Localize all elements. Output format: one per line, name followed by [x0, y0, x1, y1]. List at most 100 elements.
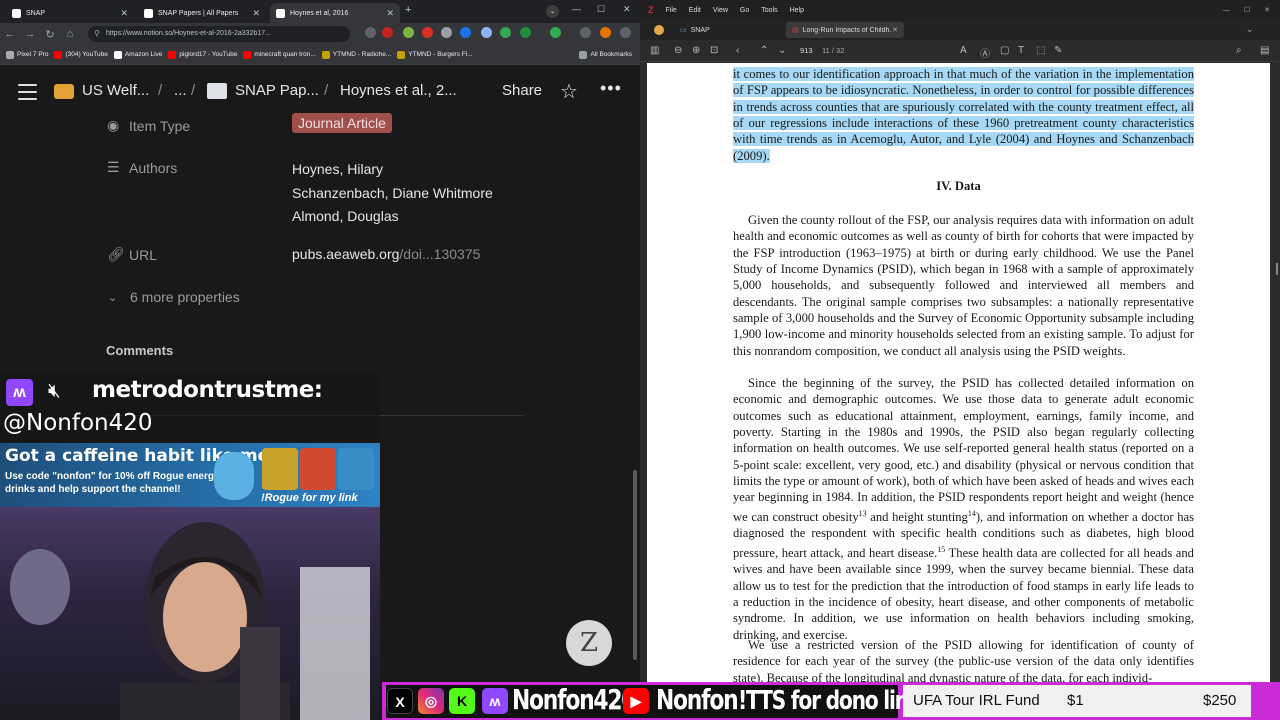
download-icon[interactable]: [580, 27, 591, 38]
draw-tool-icon[interactable]: ✎: [1054, 45, 1062, 56]
more-options-icon[interactable]: •••: [600, 78, 622, 99]
property-url[interactable]: 🔗︎ URL: [107, 246, 157, 263]
breadcrumb-current-page[interactable]: Hoynes et al., 2...: [340, 82, 457, 99]
comments-heading: Comments: [106, 343, 174, 358]
extension-icon[interactable]: [481, 27, 492, 38]
menu-file[interactable]: File: [666, 7, 677, 14]
extension-icon[interactable]: [550, 27, 561, 38]
share-button[interactable]: Share: [502, 82, 542, 99]
tab-snap-papers[interactable]: SNAP Papers | All Papers ✕: [138, 3, 266, 23]
menu-go[interactable]: Go: [740, 7, 749, 14]
sponsor-subtext: Use code "nonfon" for 10% off Rogue ener…: [5, 471, 220, 495]
item-type-value[interactable]: Journal Article: [292, 113, 392, 133]
site-info-icon[interactable]: ⚲: [94, 26, 100, 42]
profile-avatar[interactable]: [600, 27, 611, 38]
zotero-tabs: ▭ SNAP ▤ Long-Run Impacts of Childh... ✕…: [640, 20, 1280, 40]
close-icon[interactable]: ✕: [892, 26, 898, 34]
menu-help[interactable]: Help: [790, 7, 804, 14]
authors-value[interactable]: Hoynes, Hilary Schanzenbach, Diane Whitm…: [292, 158, 493, 229]
close-window-icon[interactable]: ✕: [1264, 6, 1270, 14]
breadcrumb-ellipsis[interactable]: ...: [174, 82, 187, 99]
energy-can-image: [300, 448, 336, 490]
tab-label: SNAP: [26, 9, 46, 17]
property-authors[interactable]: ☰ Authors: [107, 159, 177, 176]
more-properties-toggle[interactable]: ⌄ 6 more properties: [108, 289, 240, 305]
menu-icon[interactable]: [620, 27, 631, 38]
reader-scrollbar[interactable]: [1274, 63, 1280, 720]
highlighted-paragraph[interactable]: it comes to our identification approach …: [733, 66, 1194, 164]
context-pane-icon[interactable]: ▤: [1260, 45, 1269, 56]
tab-search-icon[interactable]: ⌄: [546, 5, 559, 18]
maximize-icon[interactable]: ☐: [597, 4, 605, 15]
paragraph: Given the county rollout of the FSP, our…: [733, 213, 1194, 358]
address-bar[interactable]: ⚲ https://www.notion.so/Hoynes-et-al-201…: [88, 26, 350, 42]
url-value[interactable]: pubs.aeaweb.org/doi...130375: [292, 246, 480, 262]
extension-icon[interactable]: [403, 27, 414, 38]
zotero-menubar: Z File Edit View Go Tools Help — ☐ ✕: [640, 0, 1280, 20]
chevron-down-icon: ⌄: [108, 291, 118, 304]
tab-hoynes[interactable]: Hoynes et al, 2016 ✕: [270, 3, 400, 23]
page-scrollbar[interactable]: [632, 120, 638, 670]
extension-icon[interactable]: [460, 27, 471, 38]
menu-edit[interactable]: Edit: [689, 7, 701, 14]
extension-icon[interactable]: [520, 27, 531, 38]
menu-view[interactable]: View: [713, 7, 728, 14]
property-item-type[interactable]: ◉ Item Type: [107, 117, 190, 134]
breadcrumb-us-welfare[interactable]: US Welf...: [82, 82, 149, 99]
pdf-page[interactable]: it comes to our identification approach …: [647, 63, 1270, 720]
tab-snap[interactable]: ▭ SNAP: [674, 22, 716, 38]
all-bookmarks[interactable]: All Bookmarks: [579, 50, 632, 59]
fit-page-icon[interactable]: ⊡: [710, 45, 718, 56]
close-icon[interactable]: ✕: [252, 8, 260, 19]
muted-speaker-icon: 🔇︎: [48, 380, 61, 402]
page-number-input[interactable]: 913: [800, 46, 813, 55]
zoom-out-icon[interactable]: ⊖: [674, 45, 682, 56]
area-tool-icon[interactable]: ⬚: [1036, 45, 1045, 56]
sponsor-cta: !Rogue for my link: [261, 492, 358, 504]
extension-icon[interactable]: [500, 27, 511, 38]
bookmark-item[interactable]: Pixel 7 Pro: [6, 50, 48, 59]
tab-snap[interactable]: SNAP ✕: [6, 3, 134, 23]
bookmark-item[interactable]: minecraft quan tron...: [243, 50, 316, 59]
page-down-icon[interactable]: ⌄: [778, 45, 786, 56]
new-tab-icon[interactable]: +: [405, 4, 411, 16]
bookmark-item[interactable]: YTMND - Burgers Fl...: [397, 50, 473, 59]
maximize-icon[interactable]: ☐: [1244, 6, 1250, 14]
zoom-in-icon[interactable]: ⊕: [692, 45, 700, 56]
minimize-icon[interactable]: —: [1223, 7, 1230, 14]
back-icon[interactable]: ‹: [736, 45, 739, 56]
close-window-icon[interactable]: ✕: [623, 4, 631, 15]
bookmark-item[interactable]: (304) YouTube: [54, 50, 108, 59]
favorite-star-icon[interactable]: ☆: [560, 79, 578, 104]
bookmark-item[interactable]: piglord17 - YouTube: [168, 50, 237, 59]
reload-icon[interactable]: ↻: [40, 28, 60, 41]
search-icon[interactable]: ⌕: [1236, 45, 1242, 56]
close-icon[interactable]: ✕: [120, 8, 128, 19]
page-up-icon[interactable]: ⌃: [760, 45, 768, 56]
back-icon[interactable]: ←: [0, 28, 20, 40]
chevron-down-icon[interactable]: ⌄: [1246, 24, 1254, 35]
bookmark-item[interactable]: Amazon Live: [113, 50, 162, 59]
bookmark-item[interactable]: YTMND - Radiohe...: [321, 50, 391, 59]
extension-icon[interactable]: [365, 27, 376, 38]
sidebar-toggle-icon[interactable]: ▥: [650, 45, 659, 56]
page-count: 11 / 32: [822, 46, 845, 55]
home-icon[interactable]: ⌂: [60, 28, 80, 40]
sidebar-menu-icon[interactable]: [18, 84, 37, 105]
minimize-icon[interactable]: —: [572, 4, 581, 14]
extension-icon[interactable]: [422, 27, 433, 38]
extension-icon[interactable]: [382, 27, 393, 38]
library-icon[interactable]: [654, 25, 664, 35]
highlight-tool-icon[interactable]: Ⓐ: [980, 45, 990, 60]
text-box-icon[interactable]: T: [1018, 45, 1024, 56]
text-tool-icon[interactable]: A: [960, 45, 967, 56]
zotero-logo-icon: Z: [648, 5, 654, 15]
forward-icon[interactable]: →: [20, 28, 40, 40]
scroll-thumb[interactable]: [1276, 263, 1278, 275]
breadcrumb-snap-papers[interactable]: SNAP Pap...: [235, 82, 319, 99]
menu-tools[interactable]: Tools: [761, 7, 777, 14]
close-icon[interactable]: ✕: [386, 8, 394, 19]
tab-reader[interactable]: ▤ Long-Run Impacts of Childh... ✕: [786, 22, 904, 38]
note-tool-icon[interactable]: ▢: [1000, 45, 1009, 56]
extension-icon[interactable]: [441, 27, 452, 38]
